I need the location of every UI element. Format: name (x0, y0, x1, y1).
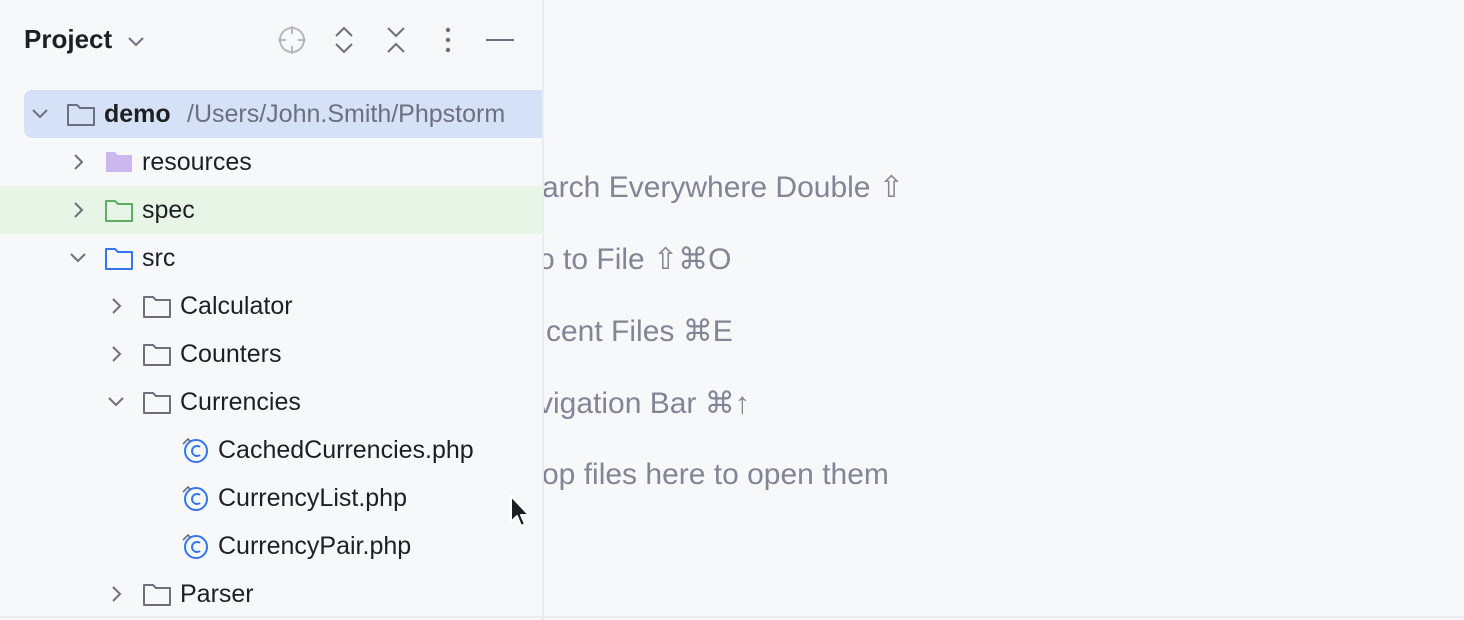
chevron-down-icon[interactable] (30, 104, 50, 124)
project-tool-window: Project demo /Users/John.Smith/Phpstorm … (0, 0, 542, 620)
hint-recent-files: cent Files ⌘E (546, 315, 733, 348)
collapse-all-icon[interactable] (376, 20, 416, 60)
php-class-icon (182, 485, 208, 511)
php-class-icon (182, 437, 208, 463)
panel-title[interactable]: Project (24, 24, 112, 55)
tree-item-label: Currencies (180, 388, 301, 416)
tree-item-resources[interactable]: resources (0, 138, 542, 186)
hint-drop-files: op files here to open them (544, 458, 889, 491)
mouse-cursor-icon (510, 495, 530, 527)
more-options-icon[interactable] (428, 20, 468, 60)
tree-item-demo[interactable]: demo /Users/John.Smith/Phpstorm (0, 90, 542, 138)
chevron-right-icon[interactable] (106, 584, 126, 604)
hint-search-everywhere: arch Everywhere Double ⇧ (544, 171, 904, 204)
tree-item-label: Counters (180, 340, 282, 368)
empty-editor-area: arch Everywhere Double ⇧ o to File ⇧⌘O c… (544, 0, 1464, 620)
folder-icon (143, 344, 171, 366)
tree-item-cachedcurrencies-php[interactable]: CachedCurrencies.php (0, 426, 542, 474)
folder-icon (143, 584, 171, 606)
tree-item-label: CachedCurrencies.php (218, 436, 474, 464)
chevron-right-icon[interactable] (106, 344, 126, 364)
chevron-right-icon[interactable] (68, 152, 88, 172)
bottom-divider (0, 616, 1464, 618)
folder-icon (143, 296, 171, 318)
resources-folder-icon (106, 152, 132, 172)
test-folder-icon (105, 200, 133, 222)
tree-item-parser[interactable]: Parser (0, 570, 542, 618)
hint-go-to-file: o to File ⇧⌘O (544, 243, 732, 276)
tree-item-currencies[interactable]: Currencies (0, 378, 542, 426)
expand-all-icon[interactable] (324, 20, 364, 60)
folder-icon (67, 104, 95, 126)
chevron-down-icon[interactable] (126, 32, 146, 52)
php-class-icon (182, 533, 208, 559)
source-folder-icon (105, 248, 133, 270)
tree-item-label: Parser (180, 580, 254, 608)
tree-item-calculator[interactable]: Calculator (0, 282, 542, 330)
tree-item-currencylist-php[interactable]: CurrencyList.php (0, 474, 542, 522)
tree-item-label: CurrencyPair.php (218, 532, 412, 560)
chevron-down-icon[interactable] (106, 392, 126, 412)
tree-item-counters[interactable]: Counters (0, 330, 542, 378)
project-path: /Users/John.Smith/Phpstorm (187, 100, 506, 128)
hide-panel-icon[interactable] (480, 20, 520, 60)
tree-item-currencypair-php[interactable]: CurrencyPair.php (0, 522, 542, 570)
tree-item-label: spec (142, 196, 195, 224)
chevron-down-icon[interactable] (68, 248, 88, 268)
folder-icon (143, 392, 171, 414)
chevron-right-icon[interactable] (68, 200, 88, 220)
panel-header: Project (0, 0, 542, 82)
tree-item-label: src (142, 244, 176, 272)
chevron-right-icon[interactable] (106, 296, 126, 316)
locate-icon[interactable] (272, 20, 312, 60)
hint-navigation-bar: vigation Bar ⌘↑ (544, 387, 750, 420)
tree-item-label: resources (142, 148, 252, 176)
tree-item-spec[interactable]: spec (0, 186, 542, 234)
project-tree: demo /Users/John.Smith/Phpstorm resource… (0, 90, 542, 618)
tree-item-label: Calculator (180, 292, 293, 320)
tree-item-label: demo (104, 100, 171, 128)
tree-item-label: CurrencyList.php (218, 484, 407, 512)
tree-item-src[interactable]: src (0, 234, 542, 282)
